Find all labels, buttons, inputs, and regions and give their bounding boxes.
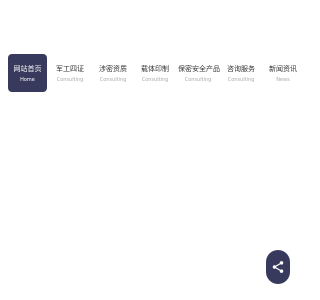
nav-item-label: 新闻资讯 xyxy=(269,65,297,73)
nav-item-sublabel: News xyxy=(276,77,290,83)
nav-item-carrier-printing[interactable]: 载体印制 Consulting xyxy=(136,54,174,92)
nav-item-military-certificates[interactable]: 军工四证 Consulting xyxy=(51,54,89,92)
nav-item-label: 保密安全产品 xyxy=(178,65,220,73)
nav-item-sublabel: Home xyxy=(20,77,35,83)
nav-item-label: 载体印制 xyxy=(141,65,169,73)
nav-item-label: 涉密资质 xyxy=(99,65,127,73)
nav-item-sublabel: Consulting xyxy=(184,77,212,83)
nav-item-classified-qualifications[interactable]: 涉密资质 Consulting xyxy=(94,54,132,92)
nav-item-security-products[interactable]: 保密安全产品 Consulting xyxy=(178,54,220,92)
nav-item-label: 军工四证 xyxy=(56,65,84,73)
page: 网站首页 Home 军工四证 Consulting 涉密资质 Consultin… xyxy=(0,0,300,300)
nav-item-label: 网站首页 xyxy=(13,65,42,73)
nav-item-sublabel: Consulting xyxy=(141,77,169,83)
nav-item-news[interactable]: 新闻资讯 News xyxy=(264,54,302,92)
share-button[interactable] xyxy=(266,250,290,284)
nav-item-consulting-services[interactable]: 咨询服务 Consulting xyxy=(222,54,260,92)
main-nav: 网站首页 Home 军工四证 Consulting 涉密资质 Consultin… xyxy=(8,54,298,92)
nav-item-label: 咨询服务 xyxy=(227,65,255,73)
nav-item-sublabel: Consulting xyxy=(99,77,127,83)
nav-item-home[interactable]: 网站首页 Home xyxy=(8,54,47,92)
nav-item-sublabel: Consulting xyxy=(227,77,255,83)
share-icon xyxy=(272,261,284,273)
nav-item-sublabel: Consulting xyxy=(56,77,84,83)
